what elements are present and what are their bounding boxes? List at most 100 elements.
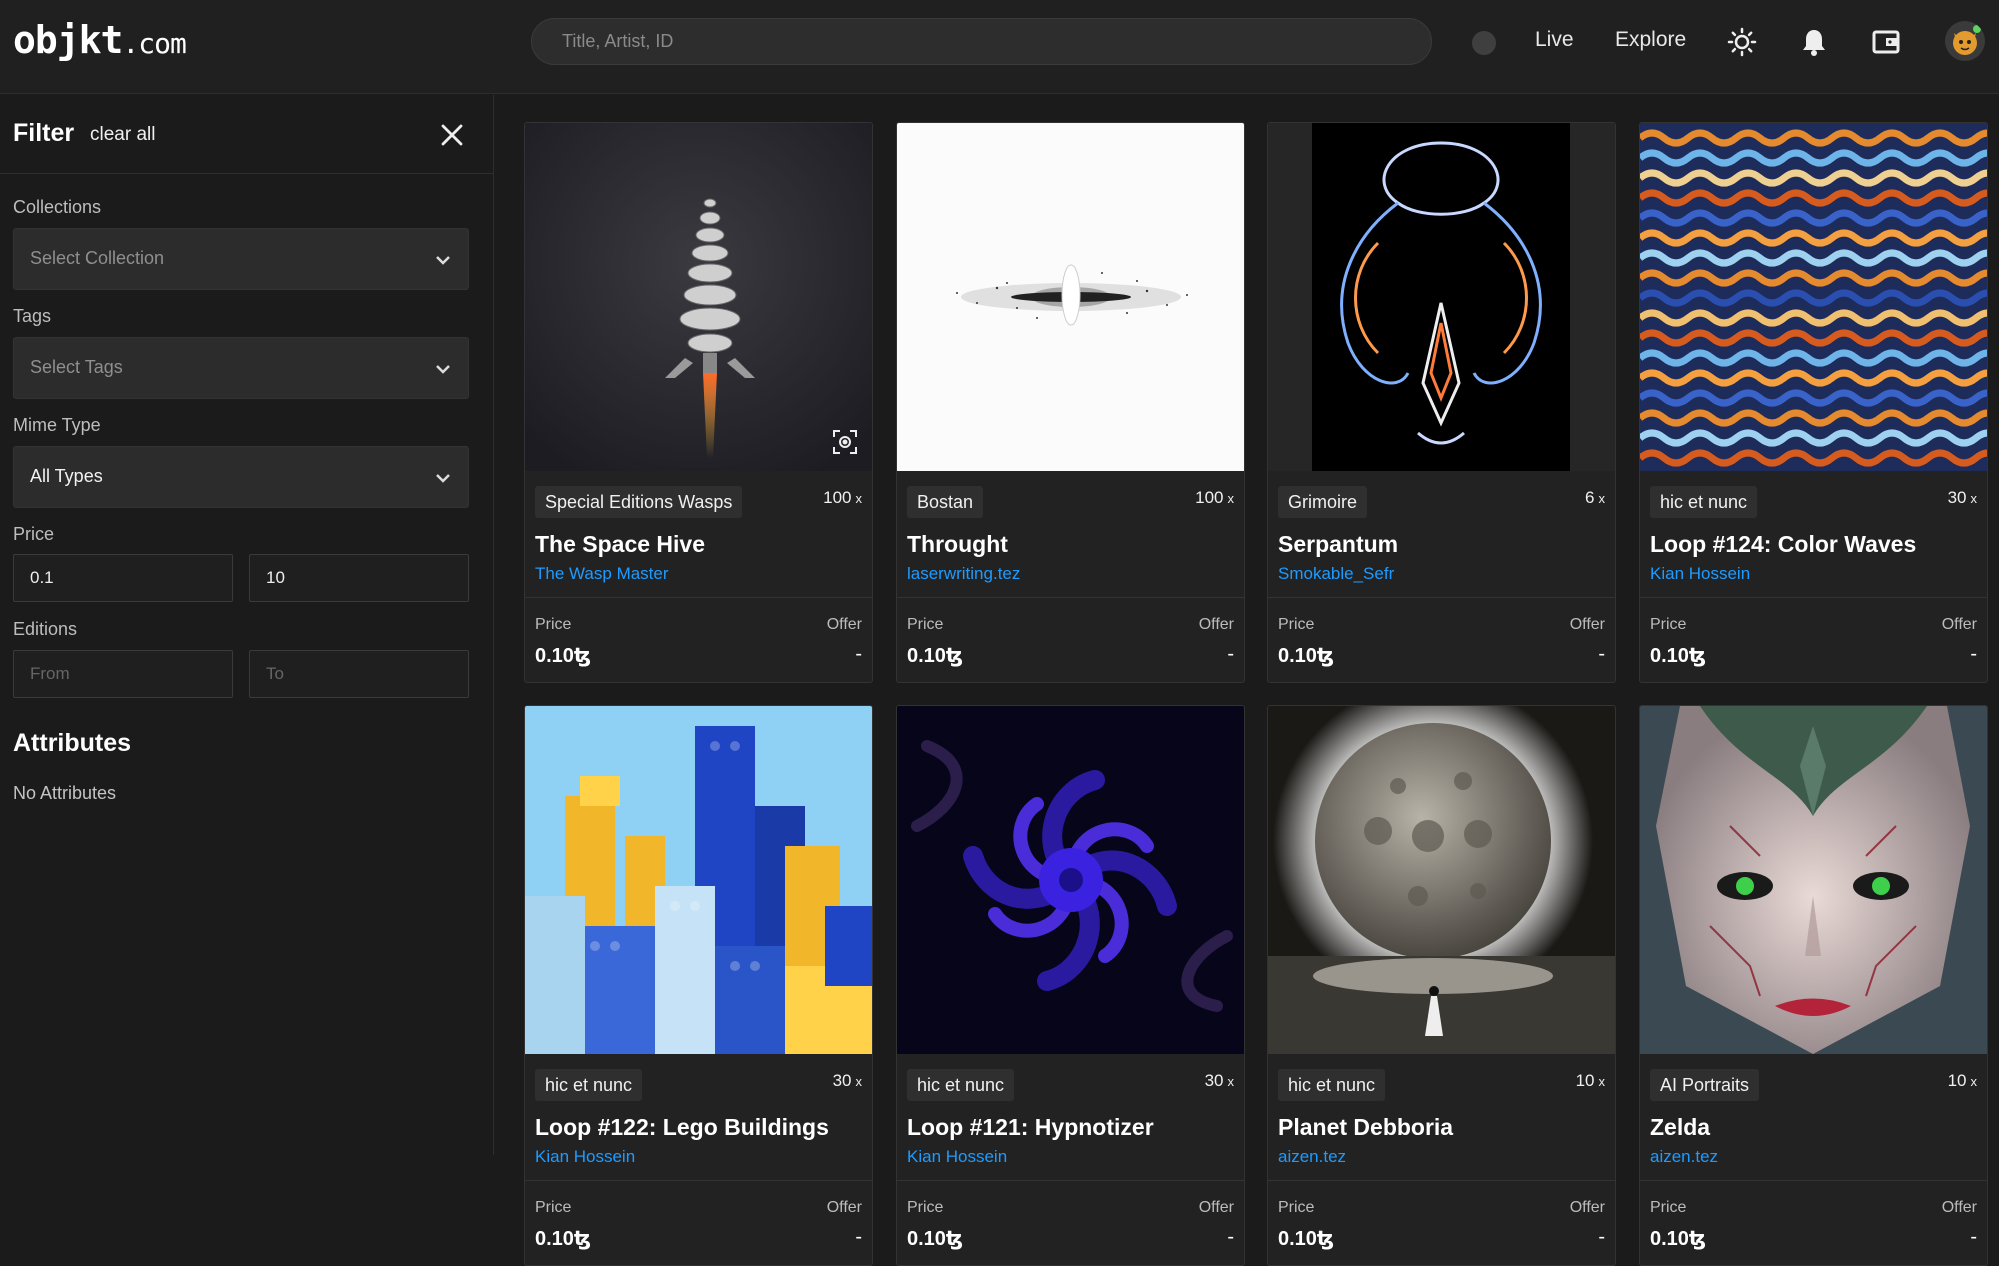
collection-badge[interactable]: hic et nunc: [1278, 1069, 1386, 1101]
artwork-title[interactable]: Loop #121: Hypnotizer: [907, 1114, 1154, 1141]
price-value[interactable]: 0.10ꜩ: [535, 643, 591, 668]
artwork-grid: Special Editions Wasps 100 x The Space Hi…: [524, 122, 1999, 1266]
artwork-card[interactable]: hic et nunc 30 x Loop #124: Color Waves K…: [1639, 122, 1988, 683]
site-logo[interactable]: objkt.com: [13, 18, 187, 62]
notification-bell-icon[interactable]: [1796, 24, 1832, 60]
artist-link[interactable]: Kian Hossein: [1650, 564, 1750, 584]
editions-count: 30 x: [833, 1071, 862, 1091]
artwork-thumbnail: [1268, 706, 1615, 1054]
editions-count-value: 6: [1585, 488, 1595, 507]
mime-type-select[interactable]: All Types: [13, 446, 469, 508]
offer-value: -: [1227, 1226, 1234, 1248]
artwork-title[interactable]: Loop #122: Lego Buildings: [535, 1114, 829, 1141]
card-divider: [525, 1180, 872, 1181]
price-label: Price: [1278, 616, 1315, 633]
offer-label: Offer: [1941, 1199, 1977, 1216]
editions-count-value: 100: [823, 488, 852, 507]
artwork-title[interactable]: Planet Debboria: [1278, 1114, 1453, 1141]
collection-badge[interactable]: AI Portraits: [1650, 1069, 1760, 1101]
editions-count: 30 x: [1205, 1071, 1234, 1091]
artwork-card[interactable]: AI Portraits 10 x Zelda aizen.tez Price O…: [1639, 705, 1988, 1266]
editions-count: 10 x: [1948, 1071, 1977, 1091]
price-label: Price: [1278, 1199, 1315, 1216]
editions-count: 10 x: [1576, 1071, 1605, 1091]
artist-link[interactable]: The Wasp Master: [535, 564, 669, 584]
artwork-card[interactable]: hic et nunc 30 x Loop #121: Hypnotizer Ki…: [896, 705, 1245, 1266]
user-avatar[interactable]: [1945, 21, 1985, 61]
price-value[interactable]: 0.10ꜩ: [907, 643, 963, 668]
card-divider: [897, 1180, 1244, 1181]
artwork-card[interactable]: Grimoire 6x Serpantum Smokable_Sefr Pric…: [1267, 122, 1616, 683]
editions-count-value: 30: [1947, 488, 1967, 507]
filter-sidebar: Filter clear all Collections Select Coll…: [0, 95, 494, 1155]
artist-link[interactable]: Kian Hossein: [907, 1147, 1007, 1167]
artwork-thumbnail: [1640, 123, 1987, 471]
artwork-title[interactable]: Loop #124: Color Waves: [1650, 531, 1916, 558]
clear-all-button[interactable]: clear all: [90, 124, 155, 146]
close-icon[interactable]: [436, 119, 468, 151]
nav-explore-link[interactable]: Explore: [1615, 28, 1686, 52]
chevron-down-icon: [434, 360, 452, 383]
editions-from-input[interactable]: [13, 650, 233, 698]
theme-toggle-sun-icon[interactable]: [1724, 24, 1760, 60]
offer-label: Offer: [1569, 1199, 1605, 1216]
artwork-thumbnail: [1640, 706, 1987, 1054]
collection-badge[interactable]: hic et nunc: [907, 1069, 1015, 1101]
editions-count-value: 30: [1204, 1071, 1224, 1090]
artwork-thumbnail: [1268, 123, 1615, 471]
offer-value: -: [1227, 643, 1234, 665]
editions-count: 6x: [1585, 488, 1605, 508]
filter-title: Filter: [13, 119, 75, 147]
editions-count-x: x: [855, 1074, 863, 1089]
artwork-card[interactable]: Bostan 100 x Throught laserwriting.tez Pr…: [896, 122, 1245, 683]
collection-badge[interactable]: hic et nunc: [1650, 486, 1758, 518]
artwork-title[interactable]: The Space Hive: [535, 531, 705, 558]
price-label: Price: [1650, 1199, 1687, 1216]
price-value[interactable]: 0.10ꜩ: [1650, 1226, 1706, 1251]
artist-link[interactable]: Smokable_Sefr: [1278, 564, 1394, 584]
collections-label: Collections: [13, 197, 102, 217]
tags-label: Tags: [13, 306, 52, 326]
collection-badge[interactable]: hic et nunc: [535, 1069, 643, 1101]
artwork-card[interactable]: hic et nunc 30 x Loop #122: Lego Building…: [524, 705, 873, 1266]
card-divider: [1640, 1180, 1987, 1181]
price-value[interactable]: 0.10ꜩ: [1278, 1226, 1334, 1251]
editions-to-input[interactable]: [249, 650, 469, 698]
search-input[interactable]: [531, 18, 1432, 65]
status-indicator: [1472, 31, 1496, 55]
editions-count-x: x: [1970, 1074, 1978, 1089]
artwork-thumbnail: [897, 123, 1244, 471]
artwork-card[interactable]: hic et nunc 10 x Planet Debboria aizen.te…: [1267, 705, 1616, 1266]
price-value[interactable]: 0.10ꜩ: [907, 1226, 963, 1251]
collection-badge[interactable]: Grimoire: [1278, 486, 1368, 518]
artist-link[interactable]: aizen.tez: [1650, 1147, 1718, 1167]
offer-value: -: [855, 643, 862, 665]
price-min-input[interactable]: [13, 554, 233, 602]
ar-view-icon[interactable]: [832, 429, 858, 460]
attributes-title: Attributes: [13, 729, 132, 757]
collection-badge[interactable]: Bostan: [907, 486, 984, 518]
artist-link[interactable]: aizen.tez: [1278, 1147, 1346, 1167]
top-header: objkt.com Live Explore: [0, 0, 1999, 94]
artwork-title[interactable]: Throught: [907, 531, 1008, 558]
price-value[interactable]: 0.10ꜩ: [1650, 643, 1706, 668]
offer-label: Offer: [1941, 616, 1977, 633]
price-value[interactable]: 0.10ꜩ: [1278, 643, 1334, 668]
price-max-input[interactable]: [249, 554, 469, 602]
artist-link[interactable]: laserwriting.tez: [907, 564, 1020, 584]
tags-select-value: Select Tags: [30, 357, 123, 377]
offer-label: Offer: [826, 616, 862, 633]
offer-label: Offer: [1198, 616, 1234, 633]
collection-select[interactable]: Select Collection: [13, 228, 469, 290]
tags-select[interactable]: Select Tags: [13, 337, 469, 399]
mime-type-select-value: All Types: [30, 466, 103, 486]
nav-live-link[interactable]: Live: [1535, 28, 1574, 52]
artwork-title[interactable]: Serpantum: [1278, 531, 1398, 558]
editions-count-x: x: [1227, 1074, 1235, 1089]
collection-badge[interactable]: Special Editions Wasps: [535, 486, 743, 518]
artwork-card[interactable]: Special Editions Wasps 100 x The Space Hi…: [524, 122, 873, 683]
price-value[interactable]: 0.10ꜩ: [535, 1226, 591, 1251]
artwork-title[interactable]: Zelda: [1650, 1114, 1710, 1141]
artist-link[interactable]: Kian Hossein: [535, 1147, 635, 1167]
wallet-icon[interactable]: [1868, 24, 1904, 60]
